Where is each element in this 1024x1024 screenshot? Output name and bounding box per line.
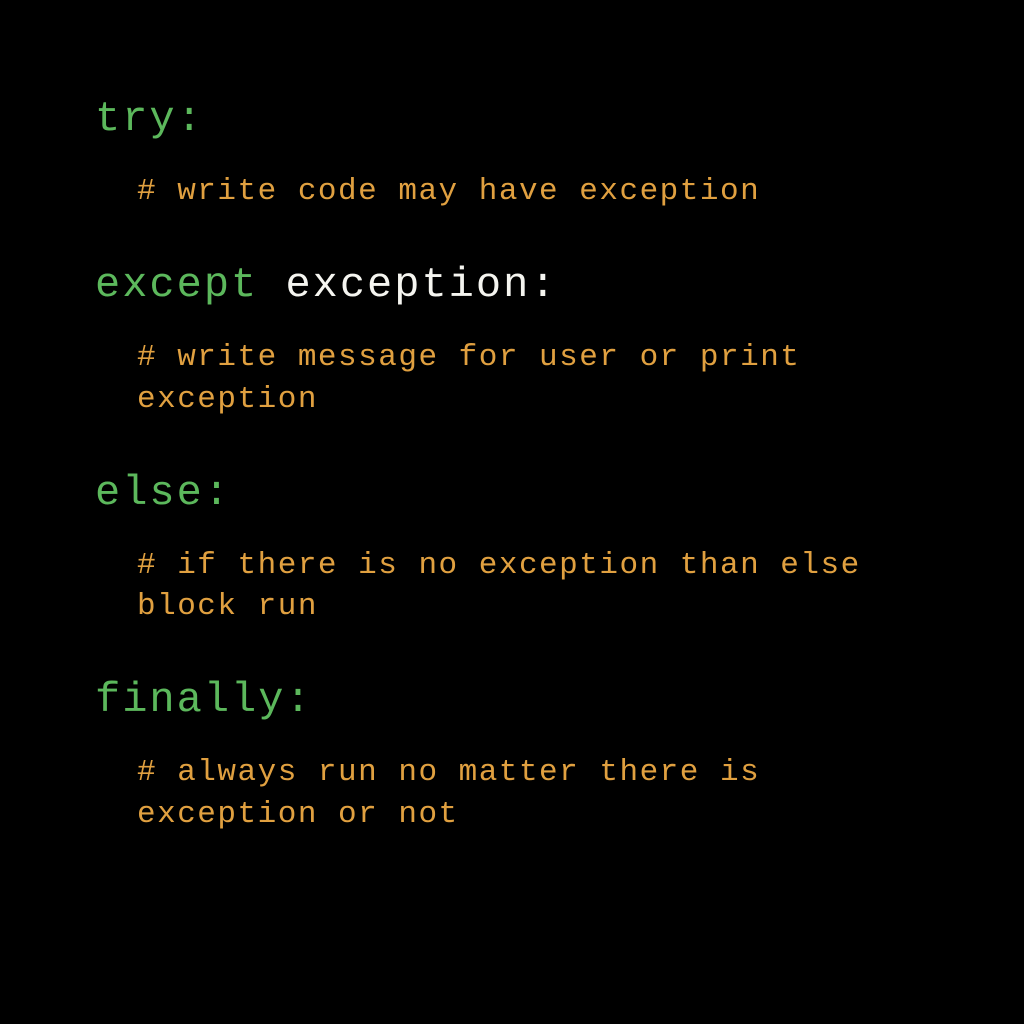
except-keyword: except exception: — [95, 261, 944, 309]
code-block: try: # write code may have exception exc… — [95, 95, 944, 836]
finally-keyword: finally: — [95, 676, 944, 724]
else-keyword: else: — [95, 469, 944, 517]
except-comment: # write message for user or print except… — [137, 337, 907, 421]
try-keyword: try: — [95, 95, 944, 143]
finally-comment: # always run no matter there is exceptio… — [137, 752, 907, 836]
try-comment: # write code may have exception — [137, 171, 907, 213]
except-keyword-text: except — [95, 261, 258, 309]
else-comment: # if there is no exception than else blo… — [137, 545, 907, 629]
exception-identifier: exception: — [258, 261, 557, 309]
